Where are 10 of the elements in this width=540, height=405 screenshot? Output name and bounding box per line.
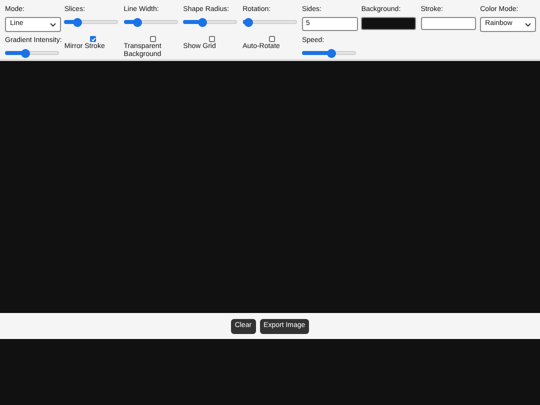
color-swatch[interactable] [420, 17, 476, 30]
color-swatch[interactable] [361, 17, 416, 30]
checkbox[interactable] [268, 36, 275, 42]
chevron-down-icon [525, 22, 532, 26]
slider[interactable] [242, 17, 297, 27]
checkbox[interactable] [209, 36, 216, 42]
check-icon [90, 36, 96, 42]
slider[interactable] [64, 17, 118, 27]
chevron-down-icon [50, 22, 56, 26]
checkbox[interactable] [150, 36, 156, 42]
